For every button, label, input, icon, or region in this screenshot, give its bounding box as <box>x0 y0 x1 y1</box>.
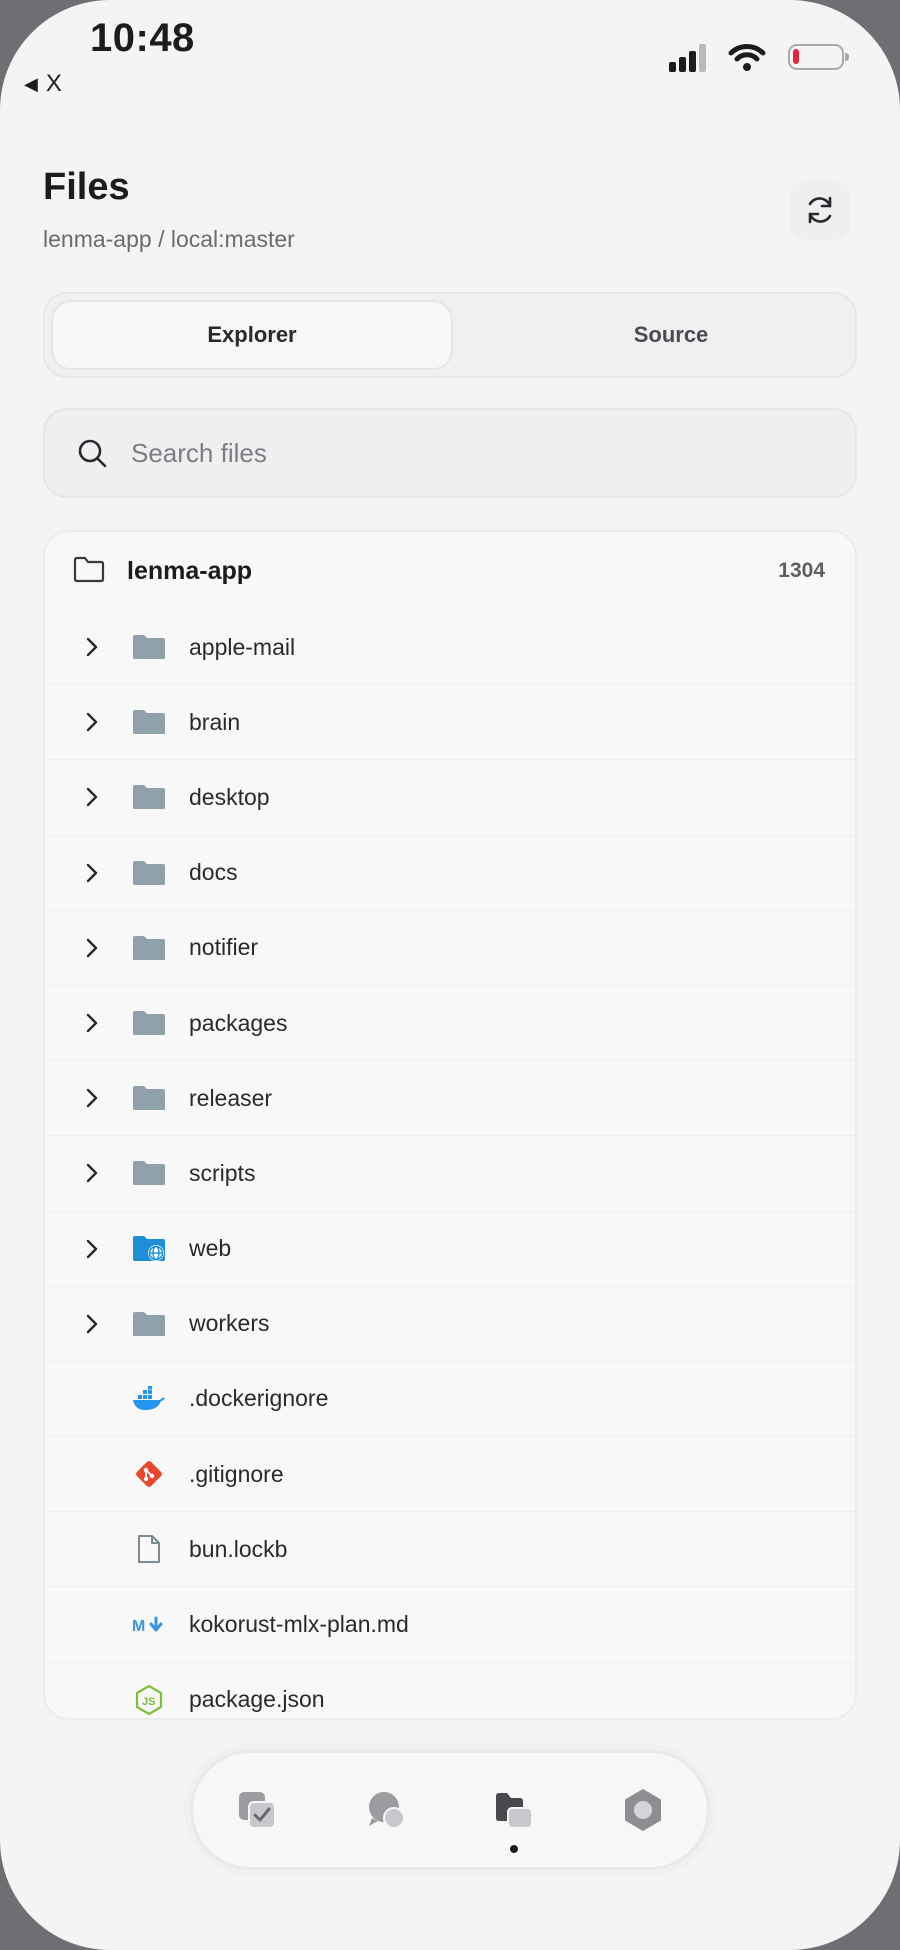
tree-item-name: .gitignore <box>189 1460 284 1487</box>
tree-folder-row[interactable]: notifier <box>45 909 855 985</box>
tree-item-name: .dockerignore <box>189 1385 329 1412</box>
tree-item-name: workers <box>189 1310 270 1337</box>
tree-file-row[interactable]: bun.lockb <box>45 1511 855 1586</box>
folder-icon <box>131 1309 167 1339</box>
tree-item-name: brain <box>189 708 241 735</box>
file-count: 1304 <box>778 559 825 582</box>
back-triangle-icon: ◀ <box>24 73 38 94</box>
back-label: X <box>45 70 62 97</box>
search-icon <box>75 436 109 470</box>
tree-item-name: scripts <box>189 1159 256 1186</box>
tree-folder-row[interactable]: docs <box>45 834 855 910</box>
tree-list: apple-mail brain desktop docs notifier packag… <box>45 610 855 1718</box>
folder-icon <box>131 632 167 662</box>
search-bar <box>43 408 857 498</box>
tree-file-row[interactable]: JS package.json <box>45 1661 855 1718</box>
docker-icon <box>131 1384 167 1414</box>
tree-item-name: web <box>189 1235 232 1262</box>
folder-icon <box>131 1083 167 1113</box>
chat-icon <box>368 1792 405 1829</box>
tree-item-name: kokorust-mlx-plan.md <box>189 1611 409 1638</box>
tree-item-name: bun.lockb <box>189 1535 288 1562</box>
tree-item-name: apple-mail <box>189 633 296 660</box>
tree-file-row[interactable]: Mkokorust-mlx-plan.md <box>45 1586 855 1661</box>
nav-files[interactable] <box>479 1775 549 1853</box>
file-tree: lenma-app 1304 apple-mail brain desktop doc… <box>43 530 857 1720</box>
folder-icon <box>131 1008 167 1038</box>
tree-item-name: packages <box>189 1009 288 1036</box>
tree-root[interactable]: lenma-app 1304 <box>45 532 855 610</box>
chevron-right-icon[interactable] <box>73 636 111 658</box>
chevron-right-icon[interactable] <box>73 711 111 733</box>
folder-icon <box>131 933 167 963</box>
cellular-signal-icon <box>669 42 706 72</box>
chevron-right-icon[interactable] <box>73 1012 111 1034</box>
wifi-icon <box>728 44 766 71</box>
chevron-right-icon[interactable] <box>73 1162 111 1184</box>
bottom-tab-bar <box>190 1750 710 1870</box>
tree-file-row[interactable]: .gitignore <box>45 1436 855 1511</box>
page-title: Files <box>43 166 130 208</box>
chevron-right-icon[interactable] <box>73 1238 111 1260</box>
git-icon <box>131 1459 167 1489</box>
breadcrumb: lenma-app / local:master <box>43 226 295 252</box>
tree-folder-row[interactable]: web <box>45 1210 855 1286</box>
tree-item-name: notifier <box>189 934 259 961</box>
status-time: 10:48 <box>90 16 195 60</box>
tab-source[interactable]: Source <box>491 300 851 370</box>
tree-folder-row[interactable]: packages <box>45 984 855 1060</box>
svg-text:M: M <box>132 1618 145 1635</box>
tree-folder-row[interactable]: apple-mail <box>45 610 855 684</box>
files-icon <box>496 1793 534 1829</box>
tree-folder-row[interactable]: scripts <box>45 1135 855 1210</box>
web-folder-icon <box>131 1234 167 1264</box>
tree-folder-row[interactable]: releaser <box>45 1060 855 1135</box>
active-indicator-dot <box>510 1845 519 1853</box>
tasks-icon <box>239 1792 277 1829</box>
tree-item-name: desktop <box>189 783 270 810</box>
tree-item-name: releaser <box>189 1084 273 1111</box>
nodejs-icon: JS <box>131 1684 167 1715</box>
tree-folder-row[interactable]: desktop <box>45 759 855 834</box>
tree-folder-row[interactable]: workers <box>45 1285 855 1361</box>
folder-icon <box>131 1158 167 1188</box>
phone-screen: 10:48 ◀ X Files lenma-app / local:master… <box>0 0 900 1950</box>
chevron-right-icon[interactable] <box>73 1313 111 1335</box>
tab-explorer[interactable]: Explorer <box>51 300 453 370</box>
nav-chat[interactable] <box>351 1775 421 1845</box>
markdown-icon: M <box>131 1610 167 1640</box>
tree-item-name: docs <box>189 859 238 886</box>
battery-icon <box>788 44 849 70</box>
status-indicators <box>669 42 849 72</box>
view-segmented-control: Explorer Source <box>43 292 857 378</box>
nav-settings[interactable] <box>608 1775 678 1845</box>
folder-outline-icon <box>73 555 105 588</box>
folder-icon <box>131 707 167 737</box>
chevron-right-icon[interactable] <box>73 1087 111 1109</box>
folder-icon <box>131 858 167 888</box>
folder-icon <box>131 782 167 812</box>
chevron-right-icon[interactable] <box>73 937 111 959</box>
tree-item-name: package.json <box>189 1686 325 1713</box>
chevron-right-icon[interactable] <box>73 862 111 884</box>
settings-icon <box>624 1789 661 1831</box>
refresh-button[interactable] <box>790 180 850 240</box>
root-folder-name: lenma-app <box>127 556 253 585</box>
refresh-icon <box>808 196 832 224</box>
chevron-right-icon[interactable] <box>73 786 111 808</box>
nav-tasks[interactable] <box>222 1775 292 1845</box>
tree-file-row[interactable]: .dockerignore <box>45 1360 855 1436</box>
back-to-app-button[interactable]: ◀ X <box>24 70 62 98</box>
svg-text:JS: JS <box>142 1696 155 1708</box>
tree-folder-row[interactable]: brain <box>45 684 855 759</box>
search-input[interactable] <box>129 436 783 470</box>
file-icon <box>131 1534 167 1564</box>
